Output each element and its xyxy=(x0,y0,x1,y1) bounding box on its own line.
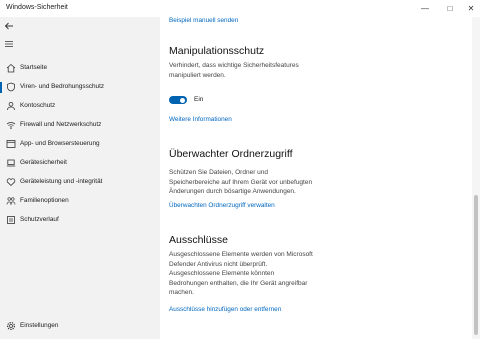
sidebar-item-geraetesicherheit[interactable]: Gerätesicherheit xyxy=(0,155,160,172)
tamper-protection-toggle[interactable] xyxy=(169,96,187,104)
sidebar-item-schutzverlauf[interactable]: Schutzverlauf xyxy=(0,212,160,229)
window-title: Windows-Sicherheit xyxy=(6,4,68,11)
sidebar-item-kontoschutz[interactable]: Kontoschutz xyxy=(0,98,160,115)
sidebar-item-startseite[interactable]: Startseite xyxy=(0,60,160,77)
sidebar-item-label: Startseite xyxy=(20,64,47,71)
sidebar-item-label: Schutzverlauf xyxy=(20,216,59,223)
settings-label: Einstellungen xyxy=(20,322,59,329)
family-icon xyxy=(6,197,16,205)
heart-icon xyxy=(6,178,16,187)
exclusions-desc: Ausgeschlossene Elemente werden von Micr… xyxy=(169,251,313,297)
tamper-protection-title: Manipulationsschutz xyxy=(169,45,265,57)
sidebar-item-familienoptionen[interactable]: Familienoptionen xyxy=(0,193,160,210)
maximize-button[interactable]: □ xyxy=(443,2,457,15)
toggle-knob xyxy=(180,97,185,103)
sidebar-item-firewall[interactable]: Firewall und Netzwerkschutz xyxy=(0,117,160,134)
sidebar-item-label: Firewall und Netzwerkschutz xyxy=(20,121,102,128)
app-window-icon xyxy=(6,140,16,148)
sidebar-item-app-browser[interactable]: App- und Browsersteuerung xyxy=(0,136,160,153)
laptop-icon xyxy=(6,159,16,167)
sidebar-item-label: Kontoschutz xyxy=(20,102,56,109)
sidebar-item-label: App- und Browsersteuerung xyxy=(20,140,100,147)
sidebar-item-viren[interactable]: Viren- und Bedrohungsschutz xyxy=(0,79,160,96)
sidebar-item-label: Viren- und Bedrohungsschutz xyxy=(20,83,105,90)
toggle-state-label: Ein xyxy=(194,96,204,103)
title-bar: Windows-Sicherheit — □ ✕ xyxy=(0,0,480,17)
back-button[interactable] xyxy=(4,21,18,33)
shield-icon xyxy=(7,82,15,92)
sidebar: Startseite Viren- und Bedrohungsschutz K… xyxy=(0,17,160,339)
sidebar-item-label: Gerätesicherheit xyxy=(20,159,67,166)
menu-button[interactable] xyxy=(4,39,18,51)
sample-submit-link[interactable]: Beispiel manuell senden xyxy=(169,17,238,24)
exclusions-title: Ausschlüsse xyxy=(169,234,228,246)
scrollbar[interactable] xyxy=(472,17,480,339)
manage-cfa-link[interactable]: Überwachten Ordnerzugriff verwalten xyxy=(169,202,275,209)
selection-indicator xyxy=(0,82,2,93)
more-info-link[interactable]: Weitere Informationen xyxy=(169,116,232,123)
sidebar-item-einstellungen[interactable]: Einstellungen xyxy=(0,318,160,335)
gear-icon xyxy=(6,321,16,331)
home-icon xyxy=(6,63,16,73)
history-icon xyxy=(7,216,15,224)
tamper-protection-desc: Verhindert, dass wichtige Sicherheitsfea… xyxy=(169,62,299,79)
person-icon xyxy=(7,101,15,111)
controlled-folder-access-title: Überwachter Ordnerzugriff xyxy=(169,148,293,160)
minimize-button[interactable]: — xyxy=(418,2,432,15)
close-button[interactable]: ✕ xyxy=(464,2,478,15)
sidebar-item-label: Familienoptionen xyxy=(20,197,69,204)
sidebar-item-label: Geräteleistung und -integrität xyxy=(20,178,103,185)
controlled-folder-access-desc: Schützen Sie Dateien, Ordner und Speiche… xyxy=(169,169,313,196)
sidebar-item-geraeteleistung[interactable]: Geräteleistung und -integrität xyxy=(0,174,160,191)
hamburger-icon xyxy=(5,41,13,47)
manage-exclusions-link[interactable]: Ausschlüsse hinzufügen oder entfernen xyxy=(169,306,281,313)
back-arrow-icon xyxy=(4,22,13,30)
wifi-icon xyxy=(6,122,16,130)
scrollbar-thumb[interactable] xyxy=(474,195,478,335)
main-content: Beispiel manuell senden Manipulationssch… xyxy=(160,17,480,339)
